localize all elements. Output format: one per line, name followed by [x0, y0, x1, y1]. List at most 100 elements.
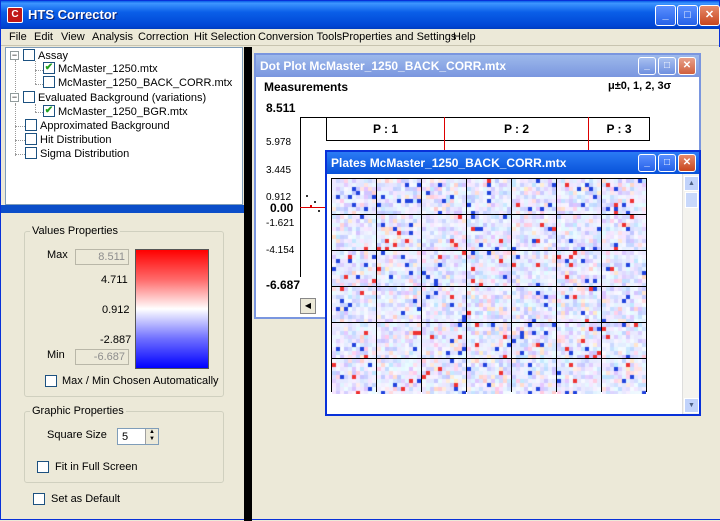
plate-cell[interactable] — [512, 287, 556, 322]
menu-hit-selection[interactable]: Hit Selection — [194, 31, 256, 43]
plate-cell[interactable] — [557, 287, 601, 322]
checkbox[interactable] — [25, 133, 37, 146]
plate-cell[interactable] — [422, 359, 466, 394]
dot-plot-title-bar[interactable]: Dot Plot McMaster_1250_BACK_CORR.mtx _ □… — [256, 55, 699, 77]
plates-close-button[interactable]: ✕ — [678, 154, 696, 172]
plate-cell[interactable] — [422, 215, 466, 250]
checkbox[interactable] — [43, 76, 55, 89]
plate-cell[interactable] — [377, 215, 421, 250]
minimize-button[interactable]: _ — [655, 5, 676, 26]
maximize-button[interactable]: □ — [677, 5, 698, 26]
dot-plot-close-button[interactable]: ✕ — [678, 57, 696, 75]
plate-heatmap-grid[interactable] — [331, 178, 647, 394]
plate-cell[interactable] — [557, 215, 601, 250]
square-size-stepper[interactable]: 5 ▲ ▼ — [117, 428, 159, 445]
plate-cell[interactable] — [377, 359, 421, 394]
checkbox-checked[interactable]: ✔ — [43, 105, 55, 118]
plate-cell[interactable] — [332, 287, 376, 322]
checkbox-checked[interactable]: ✔ — [43, 62, 55, 75]
collapse-icon[interactable]: − — [10, 50, 19, 60]
plate-cell[interactable] — [377, 323, 421, 358]
fit-full-screen-checkbox[interactable] — [37, 461, 49, 473]
plate-cell[interactable] — [467, 287, 511, 322]
plate-cell[interactable] — [512, 215, 556, 250]
checkbox[interactable] — [25, 147, 37, 160]
title-bar[interactable]: C HTS Corrector _ □ ✕ — [1, 1, 720, 29]
tree-item-back-corr[interactable]: McMaster_1250_BACK_CORR.mtx — [43, 76, 232, 91]
plate-cell[interactable] — [332, 359, 376, 394]
plate-cell[interactable] — [602, 215, 646, 250]
plate-cell[interactable] — [422, 179, 466, 214]
menu-correction[interactable]: Correction — [138, 31, 189, 43]
max-value-field[interactable]: 8.511 — [75, 249, 129, 265]
plates-window[interactable]: Plates McMaster_1250_BACK_CORR.mtx _ □ ✕… — [325, 150, 701, 416]
vertical-scrollbar[interactable]: ▲ ▼ — [682, 174, 699, 414]
plate-cell[interactable] — [557, 251, 601, 286]
plate-cell[interactable] — [602, 179, 646, 214]
plates-minimize-button[interactable]: _ — [638, 154, 656, 172]
dot-plot-maximize-button[interactable]: □ — [658, 57, 676, 75]
menu-properties-settings[interactable]: Properties and Settings — [342, 31, 456, 43]
spin-arrows-icon[interactable]: ▲ ▼ — [145, 429, 158, 444]
set-default-checkbox[interactable] — [33, 493, 45, 505]
close-button[interactable]: ✕ — [699, 5, 720, 26]
collapse-icon[interactable]: − — [10, 92, 19, 102]
plate-cell[interactable] — [332, 323, 376, 358]
plate-cell[interactable] — [467, 215, 511, 250]
plate-cell[interactable] — [512, 359, 556, 394]
plate-cell[interactable] — [332, 251, 376, 286]
plate-cell[interactable] — [467, 179, 511, 214]
plates-maximize-button[interactable]: □ — [658, 154, 676, 172]
tree-item-approximated-background[interactable]: Approximated Background — [25, 119, 170, 134]
plate-cell[interactable] — [602, 359, 646, 394]
checkbox[interactable] — [23, 91, 35, 104]
plate-cell[interactable] — [557, 179, 601, 214]
scroll-down-button[interactable]: ▼ — [684, 398, 699, 413]
plate-cell[interactable] — [332, 215, 376, 250]
plate-cell[interactable] — [422, 323, 466, 358]
scroll-thumb[interactable] — [685, 192, 698, 208]
plate-cell[interactable] — [602, 287, 646, 322]
scroll-up-button[interactable]: ▲ — [684, 176, 699, 191]
plate-cell[interactable] — [422, 251, 466, 286]
plate-cell[interactable] — [467, 323, 511, 358]
menu-help[interactable]: Help — [453, 31, 476, 43]
scale-label-middle: 0.912 — [102, 304, 130, 316]
plate-cell[interactable] — [377, 251, 421, 286]
plate-cell[interactable] — [377, 287, 421, 322]
plate-cell[interactable] — [467, 251, 511, 286]
plate-cell[interactable] — [557, 359, 601, 394]
tree-item-mcmaster-1250[interactable]: ✔ McMaster_1250.mtx — [43, 62, 158, 77]
plate-cell[interactable] — [332, 179, 376, 214]
plate-cell[interactable] — [422, 287, 466, 322]
checkbox[interactable] — [23, 49, 35, 62]
scroll-left-button[interactable]: ◀ — [300, 298, 316, 314]
menu-analysis[interactable]: Analysis — [92, 31, 133, 43]
plate-cell[interactable] — [557, 323, 601, 358]
tree-view[interactable]: − Assay ✔ McMaster_1250.mtx McMaster_1250_… — [5, 47, 243, 205]
tree-item-hit-distribution[interactable]: Hit Distribution — [25, 133, 112, 148]
tree-item-bgr[interactable]: ✔ McMaster_1250_BGR.mtx — [43, 105, 188, 120]
menu-edit[interactable]: Edit — [34, 31, 53, 43]
plate-cell[interactable] — [602, 251, 646, 286]
menu-file[interactable]: File — [9, 31, 27, 43]
plate-cell[interactable] — [467, 359, 511, 394]
min-value-field[interactable]: -6.687 — [75, 349, 129, 365]
panel-divider[interactable] — [1, 205, 244, 213]
menu-view[interactable]: View — [61, 31, 85, 43]
tree-item-evaluated-background[interactable]: − Evaluated Background (variations) — [10, 91, 206, 106]
dot-plot-minimize-button[interactable]: _ — [638, 57, 656, 75]
values-properties-title: Values Properties — [30, 225, 121, 237]
plate-cell[interactable] — [512, 323, 556, 358]
checkbox[interactable] — [25, 119, 37, 132]
plate-cell[interactable] — [602, 323, 646, 358]
plate-cell[interactable] — [377, 179, 421, 214]
auto-minmax-checkbox[interactable] — [45, 375, 57, 387]
plates-title-bar[interactable]: Plates McMaster_1250_BACK_CORR.mtx _ □ ✕ — [327, 152, 699, 174]
plate-cell[interactable] — [512, 251, 556, 286]
plate-cell[interactable] — [512, 179, 556, 214]
menu-conversion-tools[interactable]: Conversion Tools — [258, 31, 342, 43]
tree-item-sigma-distribution[interactable]: Sigma Distribution — [25, 147, 129, 162]
tree-item-assay[interactable]: − Assay — [10, 49, 68, 64]
splitter[interactable] — [244, 47, 252, 521]
